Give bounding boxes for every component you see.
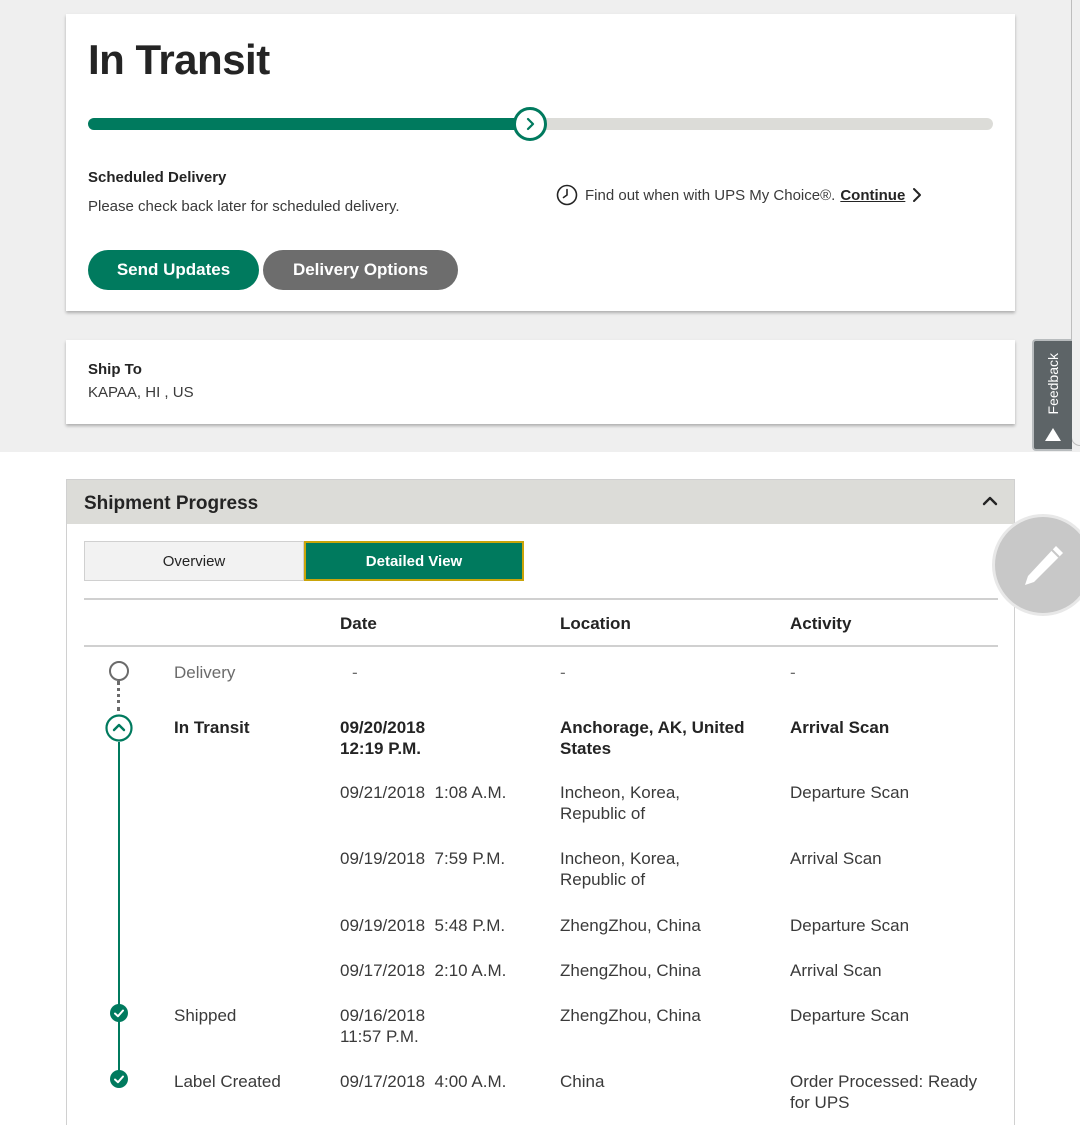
row-date: 09/21/2018 1:08 A.M. bbox=[340, 783, 507, 802]
ship-to-value: KAPAA, HI , US bbox=[88, 384, 194, 401]
table-header-divider bbox=[84, 645, 998, 647]
scheduled-delivery-label: Scheduled Delivery bbox=[88, 169, 227, 186]
chevron-right-icon[interactable] bbox=[911, 187, 923, 203]
my-choice-text: Find out when with UPS My Choice®. bbox=[585, 186, 836, 204]
row-date: 09/20/2018 12:19 P.M. bbox=[340, 718, 426, 758]
timeline-dotted-connector bbox=[117, 681, 120, 711]
row-status: Shipped bbox=[174, 1006, 237, 1025]
tab-overview[interactable]: Overview bbox=[84, 541, 304, 581]
row-location: ZhengZhou, China bbox=[560, 916, 701, 935]
row-activity: Departure Scan bbox=[790, 916, 910, 935]
triangle-up-icon bbox=[1045, 428, 1061, 441]
row-status: Label Created bbox=[174, 1072, 281, 1091]
chevron-up-icon[interactable] bbox=[980, 491, 1000, 511]
progress-fill bbox=[88, 118, 530, 130]
tab-detailed-view[interactable]: Detailed View bbox=[304, 541, 524, 581]
progress-track bbox=[88, 107, 993, 141]
ship-to-card: Ship To KAPAA, HI , US bbox=[66, 340, 1015, 424]
timeline-line bbox=[118, 742, 120, 1087]
row-date: 09/17/2018 2:10 A.M. bbox=[340, 961, 507, 980]
row-activity: Arrival Scan bbox=[790, 849, 882, 868]
row-activity: - bbox=[790, 663, 796, 682]
feedback-label: Feedback bbox=[1045, 352, 1061, 414]
row-date: 09/19/2018 5:48 P.M. bbox=[340, 916, 506, 935]
check-circle-icon bbox=[110, 1070, 128, 1088]
continue-link[interactable]: Continue bbox=[840, 187, 905, 204]
row-status: In Transit bbox=[174, 718, 250, 737]
feedback-tab[interactable]: Feedback bbox=[1032, 339, 1072, 451]
scheduled-delivery-message: Please check back later for scheduled de… bbox=[88, 198, 400, 215]
progress-knob bbox=[512, 107, 547, 141]
pending-circle-icon bbox=[109, 661, 129, 681]
row-location: China bbox=[560, 1072, 605, 1091]
delivery-options-button[interactable]: Delivery Options bbox=[263, 250, 458, 290]
column-header-location: Location bbox=[560, 614, 631, 633]
shipment-progress-title: Shipment Progress bbox=[84, 493, 259, 514]
clock-icon bbox=[556, 184, 578, 206]
page-edge bbox=[1071, 0, 1080, 446]
shipment-progress-section: Shipment Progress Overview Detailed View… bbox=[66, 479, 1015, 1125]
column-header-activity: Activity bbox=[790, 614, 852, 633]
table-divider bbox=[84, 598, 998, 600]
row-location: ZhengZhou, China bbox=[560, 1006, 701, 1025]
ship-to-label: Ship To bbox=[88, 361, 142, 378]
pencil-icon bbox=[1025, 546, 1063, 585]
row-location: ZhengZhou, China bbox=[560, 961, 701, 980]
row-date: 09/16/2018 11:57 P.M. bbox=[340, 1006, 426, 1046]
shipment-progress-header[interactable]: Shipment Progress bbox=[67, 480, 1014, 524]
row-date: 09/19/2018 7:59 P.M. bbox=[340, 849, 506, 868]
row-activity: Arrival Scan bbox=[790, 961, 882, 980]
check-circle-icon bbox=[110, 1004, 128, 1022]
row-status: Delivery bbox=[174, 663, 236, 682]
chevron-right-icon bbox=[526, 117, 534, 131]
row-location: Anchorage, AK, United States bbox=[560, 718, 745, 758]
column-header-date: Date bbox=[340, 614, 377, 633]
row-location: Incheon, Korea, Republic of bbox=[560, 849, 681, 889]
row-activity: Departure Scan bbox=[790, 1006, 910, 1025]
row-activity: Arrival Scan bbox=[790, 718, 890, 737]
chevron-up-circle-icon bbox=[105, 714, 133, 742]
row-date: 09/17/2018 4:00 A.M. bbox=[340, 1072, 507, 1091]
row-location: - bbox=[560, 663, 566, 682]
row-activity: Order Processed: Ready for UPS bbox=[790, 1072, 978, 1112]
row-location: Incheon, Korea, Republic of bbox=[560, 783, 681, 823]
status-card: In Transit Scheduled Delivery Please che… bbox=[66, 14, 1015, 311]
row-date: - bbox=[352, 663, 358, 682]
send-updates-button[interactable]: Send Updates bbox=[88, 250, 259, 290]
row-activity: Departure Scan bbox=[790, 783, 910, 802]
my-choice-prompt: Find out when with UPS My Choice®. Conti… bbox=[556, 184, 923, 206]
status-title: In Transit bbox=[88, 36, 270, 83]
